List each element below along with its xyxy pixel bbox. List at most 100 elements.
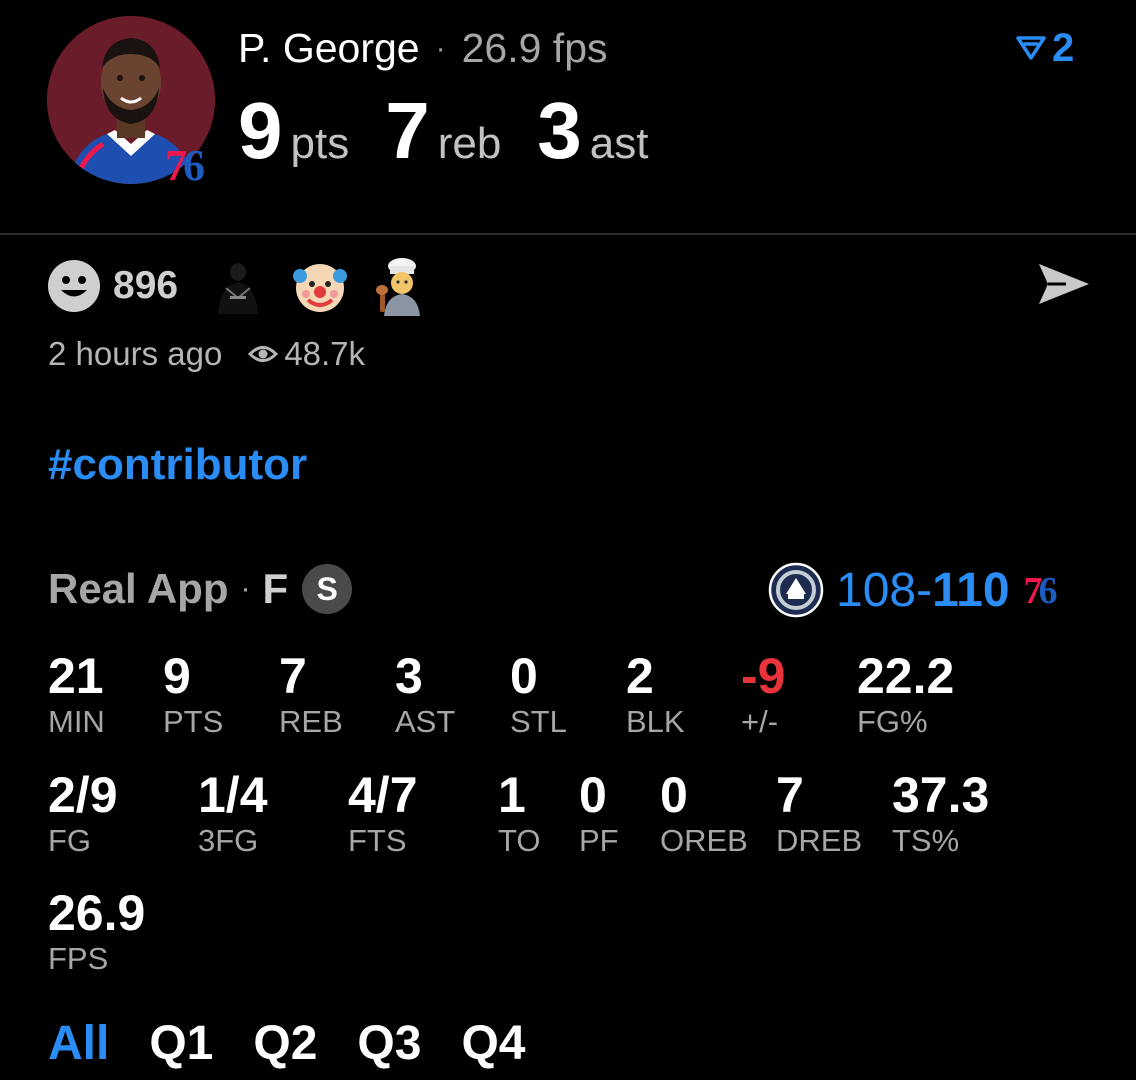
separator-dot: · [240,572,251,605]
stat-fts: 4/7 FTS [348,767,418,859]
view-count: 48.7k [284,335,366,372]
stat-3fg: 1/4 3FG [198,767,268,859]
stat-label: OREB [660,823,748,858]
player-name[interactable]: P. George [238,25,420,71]
player-avatar[interactable]: 76 [47,16,215,188]
headline-reb-value: 7 [385,86,430,175]
stat-label: STL [510,704,567,739]
team-logo-digit-a: 7 [165,141,187,190]
stat-to: 1 TO [498,767,541,859]
tab-q4[interactable]: Q4 [461,1016,525,1072]
team-logo: 76 [165,141,205,190]
opponent-team-logo-icon [768,562,824,618]
stat-value: 1 [498,767,526,823]
header-divider [0,233,1136,235]
stat-label: FG [48,823,92,858]
home-team-logo-digit-a: 7 [1023,570,1043,612]
stat-value: 9 [163,648,191,704]
stat-label: FTS [348,823,407,858]
stat-value: 26.9 [48,885,146,941]
reaction-count: 896 [113,264,179,307]
stat-value: -9 [741,648,786,704]
game-status: F [262,565,289,612]
stat-value: 2/9 [48,767,118,823]
stat-oreb: 0 OREB [660,767,748,859]
tab-q1[interactable]: Q1 [149,1016,213,1072]
stat-value: 7 [279,648,307,704]
stat-label: AST [395,704,456,739]
stat-fg: 2/9 FG [48,767,118,859]
stat-value: 0 [579,767,607,823]
chef-icon [376,258,421,316]
eye-icon [248,346,279,362]
post-meta: 2 hours ago 48.7k [48,335,365,373]
player-jersey-icon [218,263,259,314]
game-source-line: Real App · F S [48,563,353,615]
clown-emoji[interactable] [290,256,350,316]
stat-value: 22.2 [857,648,955,704]
stat-label: 3FG [198,823,259,858]
stat-fps: 26.9 FPS [48,885,145,977]
stat-label: REB [279,704,343,739]
home-team-logo-digit-b: 6 [1038,570,1058,612]
stat-value: 0 [510,648,538,704]
home-team-logo: 76 [1024,562,1074,618]
vote-arrow-icon [1016,36,1046,60]
stat-label: PF [579,823,619,858]
stat-fg-pct: 22.2 FG% [857,648,954,740]
stat-label: DREB [776,823,863,858]
stat-dreb: 7 DREB [776,767,862,859]
stat-value: 37.3 [892,767,990,823]
vote-count: 2 [1052,26,1075,70]
stat-value: 21 [48,648,104,704]
stat-value: 2 [626,648,654,704]
stat-label: FPS [48,941,109,976]
stat-label: BLK [626,704,685,739]
hashtag-link[interactable]: #contributor [48,440,307,490]
stat-label: TO [498,823,541,858]
share-send-icon[interactable] [1036,260,1092,308]
headline-reb-unit: reb [437,119,502,168]
headline-pts-value: 9 [238,86,283,175]
stat-value: 7 [776,767,804,823]
view-counter: 48.7k [248,335,365,373]
tab-all[interactable]: All [48,1016,109,1072]
stat-min: 21 MIN [48,648,105,740]
team-logo-digit-b: 6 [183,141,205,190]
headline-stats: 9 pts 7 reb 3 ast [238,86,685,176]
away-score: 108 [836,563,917,617]
stat-stl: 0 STL [510,648,567,740]
headline-ast-value: 3 [537,86,582,175]
stat-value: 4/7 [348,767,418,823]
tab-q3[interactable]: Q3 [357,1016,421,1072]
home-score: 110 [932,563,1010,617]
score-dash: - [916,563,933,617]
stat-ast: 3 AST [395,648,455,740]
stat-label: PTS [163,704,224,739]
reaction-row: 896 [47,256,454,316]
stat-pf: 0 PF [579,767,619,859]
stat-plus-minus: -9 +/- [741,648,785,740]
player-jersey-emoji[interactable] [208,256,268,316]
headline-pts-unit: pts [290,119,350,168]
player-title: P. George · 26.9 fps [238,24,608,77]
stat-label: TS% [892,823,960,858]
post-time: 2 hours ago [48,335,223,372]
game-score[interactable]: 108-110 76 [768,560,1074,620]
period-tabs: All Q1 Q2 Q3 Q4 [48,1016,565,1072]
stat-blk: 2 BLK [626,648,685,740]
headline-ast-unit: ast [589,119,649,168]
stat-reb: 7 REB [279,648,343,740]
tab-q2[interactable]: Q2 [253,1016,317,1072]
vote-button[interactable]: 2 [1016,26,1074,70]
source-app-name: Real App [48,565,229,612]
chef-emoji[interactable] [372,256,432,316]
fps-summary: 26.9 fps [461,25,608,71]
starter-badge: S [302,564,353,614]
smiley-reaction-icon[interactable] [47,259,101,313]
stat-label: +/- [741,704,779,739]
stat-value: 3 [395,648,423,704]
stat-value: 1/4 [198,767,268,823]
stat-label: FG% [857,704,928,739]
clown-face-icon [293,264,348,312]
